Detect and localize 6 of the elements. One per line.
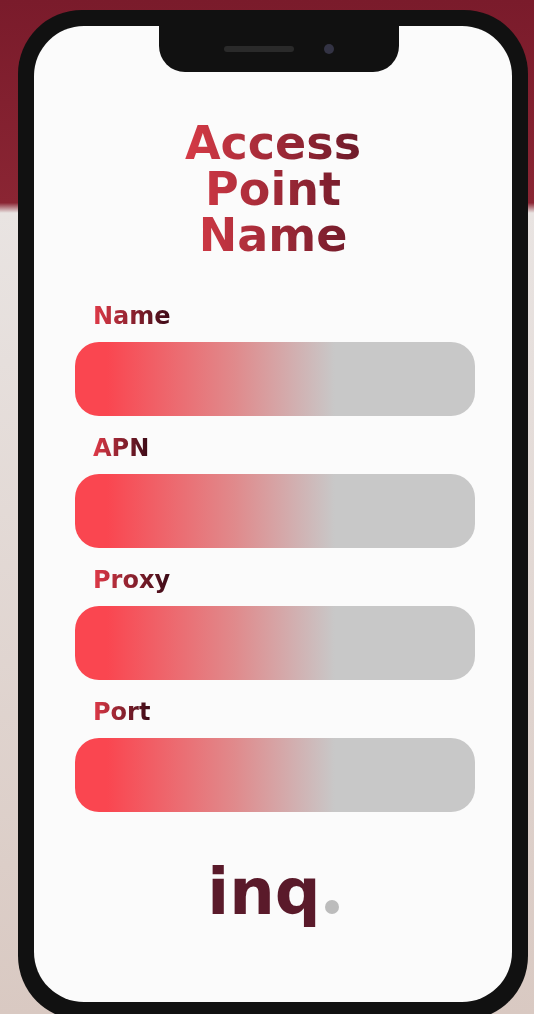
input-field[interactable]	[75, 342, 475, 416]
input-field[interactable]	[75, 738, 475, 812]
camera-icon	[324, 44, 334, 54]
input-field[interactable]	[75, 474, 475, 548]
speaker-icon	[224, 46, 294, 52]
input-field[interactable]	[75, 606, 475, 680]
